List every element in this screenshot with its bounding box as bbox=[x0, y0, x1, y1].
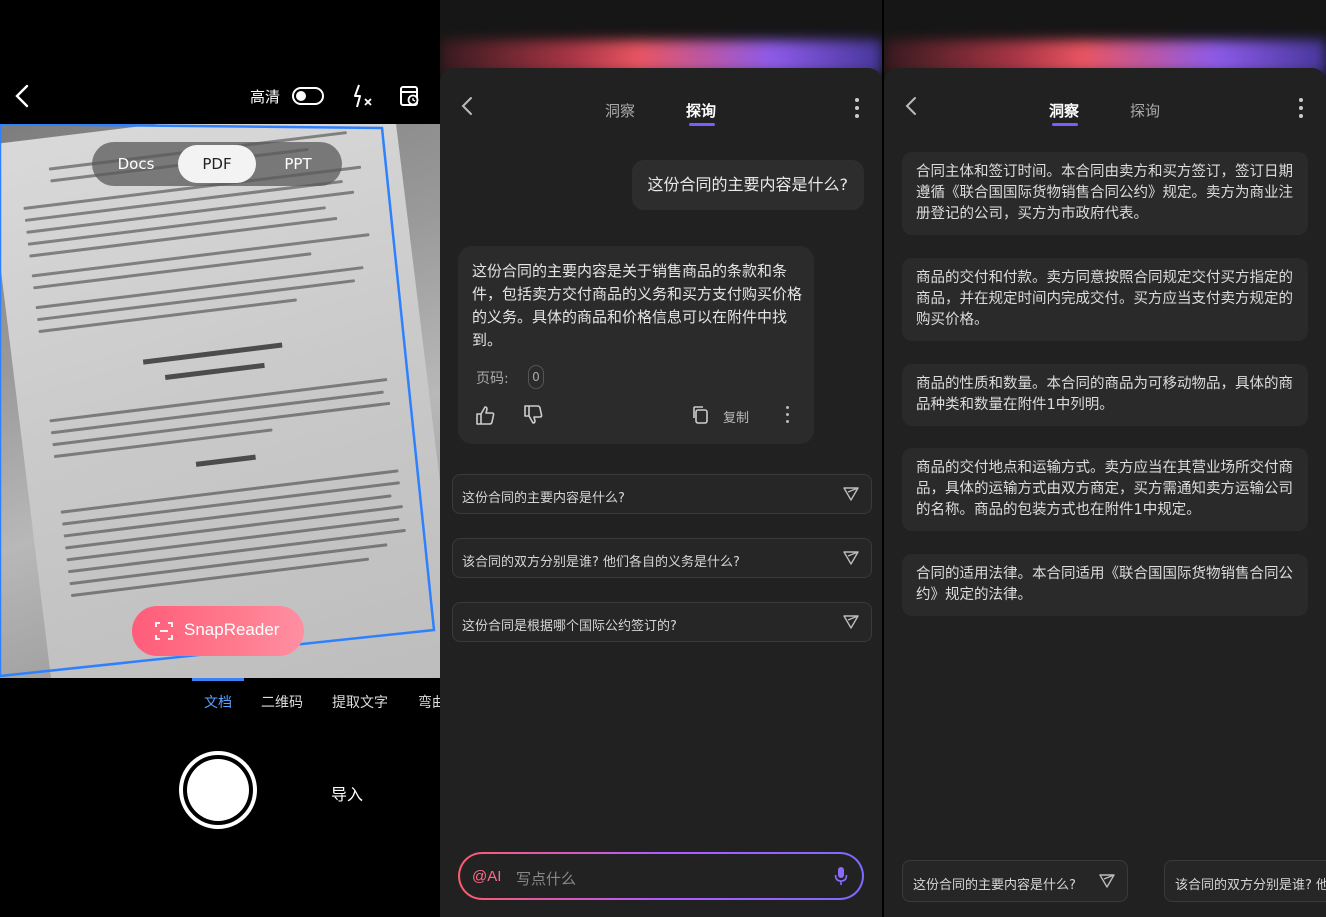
shutter-button[interactable] bbox=[179, 751, 257, 829]
tab-inquiry[interactable]: 探询 bbox=[686, 100, 716, 121]
suggestion-text: 这份合同的主要内容是什么? bbox=[462, 491, 625, 506]
history-icon[interactable] bbox=[398, 84, 422, 108]
suggestion-chip[interactable]: 这份合同的主要内容是什么? bbox=[902, 860, 1128, 902]
scanned-document-preview bbox=[0, 124, 440, 678]
suggestion-item[interactable]: 这份合同是根据哪个国际公约签订的? bbox=[452, 602, 872, 642]
insight-item: 合同的适用法律。本合同适用《联合国国际货物销售合同公约》规定的法律。 bbox=[902, 554, 1308, 616]
chat-input[interactable]: @AI 写点什么 bbox=[458, 852, 864, 900]
send-icon bbox=[843, 615, 859, 629]
suggestion-item[interactable]: 该合同的双方分别是谁? 他们各自的义务是什么? bbox=[452, 538, 872, 578]
insight-item: 商品的性质和数量。本合同的商品为可移动物品，具体的商品种类和数量在附件1中列明。 bbox=[902, 364, 1308, 426]
hd-label: 高清 bbox=[250, 88, 281, 106]
hd-toggle[interactable] bbox=[292, 87, 324, 105]
thumbs-up-icon[interactable] bbox=[474, 404, 496, 426]
flash-off-icon[interactable] bbox=[350, 82, 376, 110]
insight-card: 洞察 探询 合同主体和签订时间。本合同由卖方和买方签订，签订日期遵循《联合国国际… bbox=[884, 68, 1326, 917]
send-icon bbox=[843, 487, 859, 501]
tab-indicator bbox=[1052, 123, 1078, 126]
tab-inquiry[interactable]: 探询 bbox=[1130, 100, 1160, 121]
more-icon[interactable] bbox=[786, 406, 790, 427]
insight-item: 商品的交付和付款。卖方同意按照合同规定交付买方指定的商品，并在规定时间内完成交付… bbox=[902, 258, 1308, 341]
suggestion-item[interactable]: 这份合同的主要内容是什么? bbox=[452, 474, 872, 514]
tab-curved[interactable]: 弯曲 bbox=[418, 692, 440, 712]
more-icon[interactable] bbox=[1298, 98, 1304, 120]
chat-card: 洞察 探询 这份合同的主要内容是什么? 这份合同的主要内容是关于销售商品的条款和… bbox=[440, 68, 882, 917]
tab-insight[interactable]: 洞察 bbox=[1049, 100, 1079, 121]
mode-pdf[interactable]: PDF bbox=[178, 145, 256, 183]
back-icon[interactable] bbox=[460, 94, 474, 124]
send-icon bbox=[843, 551, 859, 565]
scan-icon bbox=[155, 622, 173, 640]
thumbs-down-icon[interactable] bbox=[522, 404, 544, 426]
suggestion-chip[interactable]: 该合同的双方分别是谁? 他 bbox=[1164, 860, 1326, 902]
tab-indicator bbox=[689, 123, 715, 126]
ai-response-card: 这份合同的主要内容是关于销售商品的条款和条件，包括卖方交付商品的义务和买方支付购… bbox=[458, 246, 814, 444]
page-ref-label: 页码: bbox=[476, 371, 509, 387]
suggestion-text: 这份合同的主要内容是什么? bbox=[913, 878, 1076, 893]
chat-screen: 洞察 探询 这份合同的主要内容是什么? 这份合同的主要内容是关于销售商品的条款和… bbox=[440, 0, 882, 917]
suggestion-text: 该合同的双方分别是谁? 他 bbox=[1175, 878, 1326, 893]
tab-insight[interactable]: 洞察 bbox=[605, 100, 635, 121]
mode-docs[interactable]: Docs bbox=[96, 142, 176, 186]
page-ref-chip[interactable]: 0 bbox=[528, 365, 544, 389]
copy-icon[interactable] bbox=[690, 404, 712, 426]
chat-nav: 洞察 探询 bbox=[440, 68, 882, 152]
mode-ppt[interactable]: PPT bbox=[258, 142, 338, 186]
tab-document[interactable]: 文档 bbox=[204, 692, 232, 712]
microphone-icon[interactable] bbox=[834, 866, 848, 886]
ai-mention-prefix: @AI bbox=[472, 868, 502, 885]
camera-viewfinder[interactable] bbox=[0, 124, 440, 678]
snapreader-label: SnapReader bbox=[184, 620, 280, 639]
tab-qrcode[interactable]: 二维码 bbox=[261, 692, 303, 712]
insight-item: 商品的交付地点和运输方式。卖方应当在其营业场所交付商品，具体的运输方式由双方商定… bbox=[902, 448, 1308, 531]
tab-extract-text[interactable]: 提取文字 bbox=[332, 692, 388, 712]
insight-nav: 洞察 探询 bbox=[884, 68, 1326, 152]
chat-input-placeholder: 写点什么 bbox=[516, 870, 577, 888]
format-switcher: Docs PDF PPT bbox=[92, 142, 342, 186]
back-icon[interactable] bbox=[904, 94, 918, 124]
user-message: 这份合同的主要内容是什么? bbox=[631, 160, 864, 210]
camera-screen: 高清 Docs PDF PPT SnapReader 文档 二维码 提取文字 弯… bbox=[0, 0, 440, 917]
suggestion-text: 这份合同是根据哪个国际公约签订的? bbox=[462, 619, 677, 634]
insight-screen: 洞察 探询 合同主体和签订时间。本合同由卖方和买方签订，签订日期遵循《联合国国际… bbox=[884, 0, 1326, 917]
more-icon[interactable] bbox=[854, 98, 860, 120]
scan-mode-tabs: 文档 二维码 提取文字 弯曲 bbox=[0, 678, 440, 718]
copy-label[interactable]: 复制 bbox=[723, 407, 749, 426]
send-icon bbox=[1099, 874, 1115, 888]
insight-item: 合同主体和签订时间。本合同由卖方和买方签订，签订日期遵循《联合国国际货物销售合同… bbox=[902, 152, 1308, 235]
camera-top-bar: 高清 bbox=[0, 78, 440, 114]
scan-tab-indicator bbox=[192, 678, 244, 681]
suggestion-text: 该合同的双方分别是谁? 他们各自的义务是什么? bbox=[462, 555, 740, 570]
ai-response-text: 这份合同的主要内容是关于销售商品的条款和条件，包括卖方交付商品的义务和买方支付购… bbox=[472, 262, 803, 349]
ai-response-actions: 复制 bbox=[458, 402, 814, 432]
back-icon[interactable] bbox=[12, 82, 36, 110]
import-button[interactable]: 导入 bbox=[331, 781, 363, 805]
snapreader-button[interactable]: SnapReader bbox=[132, 606, 304, 656]
